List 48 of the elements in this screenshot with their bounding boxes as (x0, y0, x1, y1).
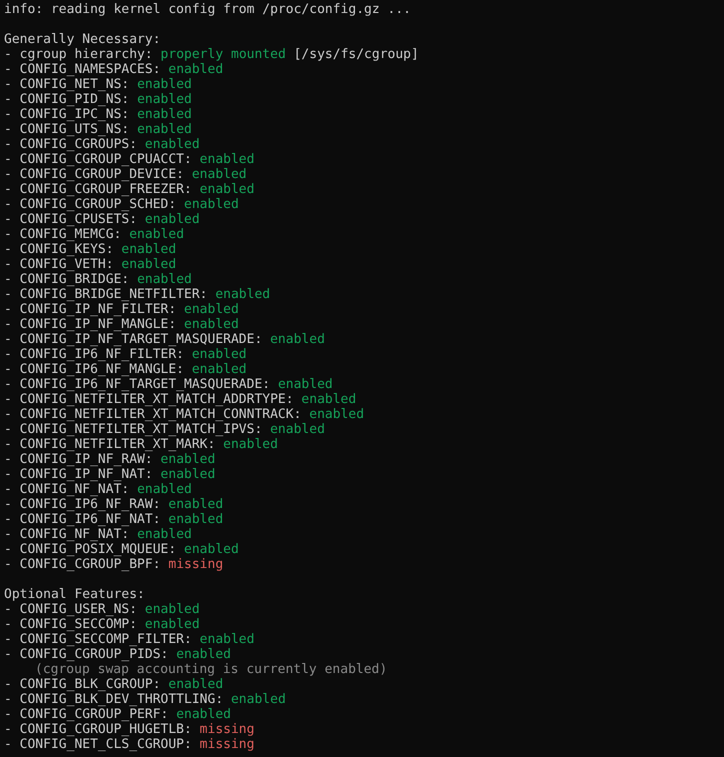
output-line: - CONFIG_IP_NF_RAW: enabled (4, 452, 216, 467)
output-line: - CONFIG_CGROUP_FREEZER: enabled (4, 182, 254, 197)
output-line: - CONFIG_UTS_NS: enabled (4, 122, 192, 137)
output-line: - CONFIG_SECCOMP: enabled (4, 617, 200, 632)
section-heading: Optional Features: (4, 587, 145, 602)
output-line: - CONFIG_CGROUP_CPUACCT: enabled (4, 152, 254, 167)
output-line: - CONFIG_NF_NAT: enabled (4, 482, 192, 497)
output-line: - CONFIG_IP6_NF_MANGLE: enabled (4, 362, 247, 377)
output-line: - CONFIG_IP_NF_FILTER: enabled (4, 302, 239, 317)
output-line: - CONFIG_PID_NS: enabled (4, 92, 192, 107)
section-heading: Generally Necessary: (4, 32, 161, 47)
output-line: - CONFIG_CGROUP_DEVICE: enabled (4, 167, 247, 182)
output-line: - CONFIG_IPC_NS: enabled (4, 107, 192, 122)
output-line: info: reading kernel config from /proc/config.gz ... (4, 2, 411, 17)
output-line: - CONFIG_CPUSETS: enabled (4, 212, 200, 227)
output-line: - CONFIG_IP_NF_NAT: enabled (4, 467, 216, 482)
output-line: - CONFIG_NETFILTER_XT_MARK: enabled (4, 437, 278, 452)
output-line: - CONFIG_VETH: enabled (4, 257, 176, 272)
output-line: - CONFIG_NETFILTER_XT_MATCH_ADDRTYPE: enabled (4, 392, 356, 407)
output-line: - CONFIG_NET_NS: enabled (4, 77, 192, 92)
output-line: - CONFIG_USER_NS: enabled (4, 602, 200, 617)
output-line: - CONFIG_KEYS: enabled (4, 242, 176, 257)
output-line: - CONFIG_IP6_NF_NAT: enabled (4, 512, 224, 527)
output-line: - CONFIG_CGROUP_SCHED: enabled (4, 197, 239, 212)
output-line: - CONFIG_POSIX_MQUEUE: enabled (4, 542, 239, 557)
output-line: - CONFIG_IP_NF_MANGLE: enabled (4, 317, 239, 332)
output-line: - CONFIG_IP6_NF_RAW: enabled (4, 497, 224, 512)
output-line: - cgroup hierarchy: properly mounted [/sys/fs/cgroup] (4, 47, 419, 62)
output-line: - CONFIG_NF_NAT: enabled (4, 527, 192, 542)
output-line: - CONFIG_MEMCG: enabled (4, 227, 184, 242)
output-line: - CONFIG_NAMESPACES: enabled (4, 62, 224, 77)
output-line: - CONFIG_CGROUP_HUGETLB: missing (4, 722, 254, 737)
output-line: - CONFIG_IP6_NF_FILTER: enabled (4, 347, 247, 362)
output-line: - CONFIG_CGROUP_PERF: enabled (4, 707, 231, 722)
output-line: - CONFIG_NETFILTER_XT_MATCH_CONNTRACK: enabled (4, 407, 364, 422)
output-line: - CONFIG_IP6_NF_TARGET_MASQUERADE: enabled (4, 377, 333, 392)
output-line: - CONFIG_NETFILTER_XT_MATCH_IPVS: enabled (4, 422, 325, 437)
output-line: - CONFIG_CGROUP_BPF: missing (4, 557, 224, 572)
output-line: - CONFIG_NET_CLS_CGROUP: missing (4, 737, 254, 752)
output-line: - CONFIG_CGROUP_PIDS: enabled (4, 647, 231, 662)
output-line: - CONFIG_BRIDGE: enabled (4, 272, 192, 287)
output-line: - CONFIG_CGROUPS: enabled (4, 137, 200, 152)
output-line: - CONFIG_IP_NF_TARGET_MASQUERADE: enabled (4, 332, 325, 347)
output-line: - CONFIG_SECCOMP_FILTER: enabled (4, 632, 254, 647)
output-line: - CONFIG_BLK_CGROUP: enabled (4, 677, 224, 692)
output-line: - CONFIG_BLK_DEV_THROTTLING: enabled (4, 692, 286, 707)
output-line: - CONFIG_BRIDGE_NETFILTER: enabled (4, 287, 270, 302)
note-line: (cgroup swap accounting is currently enabled) (34, 662, 388, 677)
